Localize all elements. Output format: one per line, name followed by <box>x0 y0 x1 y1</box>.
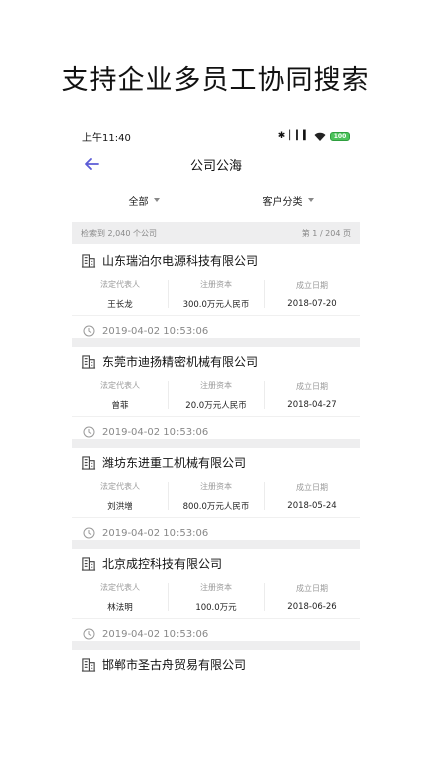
building-icon <box>81 657 96 672</box>
caret-down-icon <box>153 198 160 202</box>
field-label: 注册资本 <box>200 583 232 592</box>
field-capital: 注册资本 20.0万元人民币 <box>168 375 264 416</box>
field-label: 成立日期 <box>296 281 328 290</box>
result-summary: 检索到 2,040 个公司 第 1 / 204 页 <box>72 222 360 244</box>
building-icon <box>81 455 96 470</box>
status-bar: 上午11:40 ✱ ▏▎▍ 100 <box>72 126 360 146</box>
card-header: 北京成控科技有限公司 <box>72 549 360 577</box>
field-founded: 成立日期 2018-06-26 <box>264 577 360 618</box>
timestamp-text: 2019-04-02 10:53:06 <box>102 426 209 438</box>
page-indicator: 第 1 / 204 页 <box>301 228 351 238</box>
field-capital: 注册资本 800.0万元人民币 <box>168 476 264 517</box>
field-label: 法定代表人 <box>100 280 140 289</box>
company-fields: 法定代表人 曾菲 注册资本 20.0万元人民币 成立日期 2018-04-27 <box>72 375 360 417</box>
filter-all-dropdown[interactable]: 全部 <box>72 193 216 208</box>
field-legal-rep: 法定代表人 王长龙 <box>72 274 168 315</box>
company-name: 潍坊东进重工机械有限公司 <box>102 455 247 470</box>
clock-icon <box>83 628 95 640</box>
company-fields: 法定代表人 刘洪增 注册资本 800.0万元人民币 成立日期 2018-05-2… <box>72 476 360 518</box>
field-value: 2018-04-27 <box>287 400 337 410</box>
building-icon <box>81 354 96 369</box>
field-value: 刘洪增 <box>107 502 133 512</box>
status-icons: ✱ ▏▎▍ 100 <box>278 131 350 141</box>
card-timestamp: 2019-04-02 10:53:06 <box>72 417 360 447</box>
promo-headline: 支持企业多员工协同搜索 <box>61 65 370 96</box>
page-title: 公司公海 <box>189 158 242 174</box>
field-legal-rep: 法定代表人 刘洪增 <box>72 476 168 517</box>
battery-icon: 100 <box>330 131 350 141</box>
field-founded: 成立日期 2018-05-24 <box>264 476 360 517</box>
filter-all-label: 全部 <box>128 196 149 208</box>
company-name: 山东瑞泊尔电源科技有限公司 <box>102 253 259 268</box>
clock-icon <box>83 527 95 539</box>
filter-category-label: 客户分类 <box>262 196 303 208</box>
card-header: 潍坊东进重工机械有限公司 <box>72 448 360 476</box>
clock-icon <box>83 426 95 438</box>
field-value: 2018-06-26 <box>287 602 337 612</box>
company-list: 山东瑞泊尔电源科技有限公司 法定代表人 王长龙 注册资本 300.0万元人民币 … <box>72 246 360 680</box>
field-value: 100.0万元 <box>195 603 237 613</box>
nav-bar: 公司公海 <box>72 150 360 178</box>
clock-icon <box>83 325 95 337</box>
filter-category-dropdown[interactable]: 客户分类 <box>216 193 360 208</box>
card-header: 邯郸市圣古舟贸易有限公司 <box>72 650 360 678</box>
signal-icon: ▏▎▍ <box>289 131 310 141</box>
card-header: 山东瑞泊尔电源科技有限公司 <box>72 246 360 274</box>
status-time: 上午11:40 <box>82 132 131 144</box>
phone-screen: 上午11:40 ✱ ▏▎▍ 100 公司公海 全部 客户分类 检索到 2,040… <box>72 118 360 702</box>
company-fields: 法定代表人 林法明 注册资本 100.0万元 成立日期 2018-06-26 <box>72 577 360 619</box>
card-timestamp: 2019-04-02 10:53:06 <box>72 316 360 346</box>
building-icon <box>81 556 96 571</box>
timestamp-text: 2019-04-02 10:53:06 <box>102 325 209 337</box>
field-value: 曾菲 <box>111 401 129 411</box>
field-founded: 成立日期 2018-07-20 <box>264 274 360 315</box>
field-value: 800.0万元人民币 <box>182 502 250 512</box>
card-timestamp: 2019-04-02 10:53:06 <box>72 518 360 548</box>
field-label: 成立日期 <box>296 584 328 593</box>
company-card[interactable]: 北京成控科技有限公司 法定代表人 林法明 注册资本 100.0万元 成立日期 2… <box>72 549 360 650</box>
field-founded: 成立日期 2018-04-27 <box>264 375 360 416</box>
field-value: 2018-05-24 <box>287 501 337 511</box>
field-legal-rep: 法定代表人 曾菲 <box>72 375 168 416</box>
company-card[interactable]: 潍坊东进重工机械有限公司 法定代表人 刘洪增 注册资本 800.0万元人民币 成… <box>72 448 360 549</box>
field-label: 法定代表人 <box>100 583 140 592</box>
filter-bar: 全部 客户分类 <box>72 186 360 214</box>
company-card[interactable]: 东莞市迪扬精密机械有限公司 法定代表人 曾菲 注册资本 20.0万元人民币 成立… <box>72 347 360 448</box>
card-header: 东莞市迪扬精密机械有限公司 <box>72 347 360 375</box>
field-label: 注册资本 <box>200 280 232 289</box>
field-label: 成立日期 <box>296 483 328 492</box>
company-name: 东莞市迪扬精密机械有限公司 <box>102 354 259 369</box>
field-legal-rep: 法定代表人 林法明 <box>72 577 168 618</box>
timestamp-text: 2019-04-02 10:53:06 <box>102 527 209 539</box>
wifi-icon <box>314 132 326 141</box>
field-value: 300.0万元人民币 <box>182 300 250 310</box>
company-name: 北京成控科技有限公司 <box>102 556 223 571</box>
result-count: 检索到 2,040 个公司 <box>81 228 157 238</box>
card-timestamp: 2019-04-02 10:53:06 <box>72 619 360 649</box>
caret-down-icon <box>307 198 314 202</box>
field-label: 注册资本 <box>200 482 232 491</box>
field-value: 20.0万元人民币 <box>185 401 247 411</box>
company-card[interactable]: 邯郸市圣古舟贸易有限公司 <box>72 650 360 680</box>
arrow-left-icon[interactable] <box>82 154 102 174</box>
company-name: 邯郸市圣古舟贸易有限公司 <box>102 657 247 672</box>
field-label: 法定代表人 <box>100 482 140 491</box>
bluetooth-icon: ✱ <box>277 131 286 141</box>
building-icon <box>81 253 96 268</box>
timestamp-text: 2019-04-02 10:53:06 <box>102 628 209 640</box>
field-capital: 注册资本 100.0万元 <box>168 577 264 618</box>
field-label: 法定代表人 <box>100 381 140 390</box>
company-fields: 法定代表人 王长龙 注册资本 300.0万元人民币 成立日期 2018-07-2… <box>72 274 360 316</box>
field-label: 注册资本 <box>200 381 232 390</box>
company-card[interactable]: 山东瑞泊尔电源科技有限公司 法定代表人 王长龙 注册资本 300.0万元人民币 … <box>72 246 360 347</box>
field-label: 成立日期 <box>296 382 328 391</box>
field-value: 2018-07-20 <box>287 299 337 309</box>
field-value: 王长龙 <box>107 300 133 310</box>
field-value: 林法明 <box>107 603 133 613</box>
field-capital: 注册资本 300.0万元人民币 <box>168 274 264 315</box>
